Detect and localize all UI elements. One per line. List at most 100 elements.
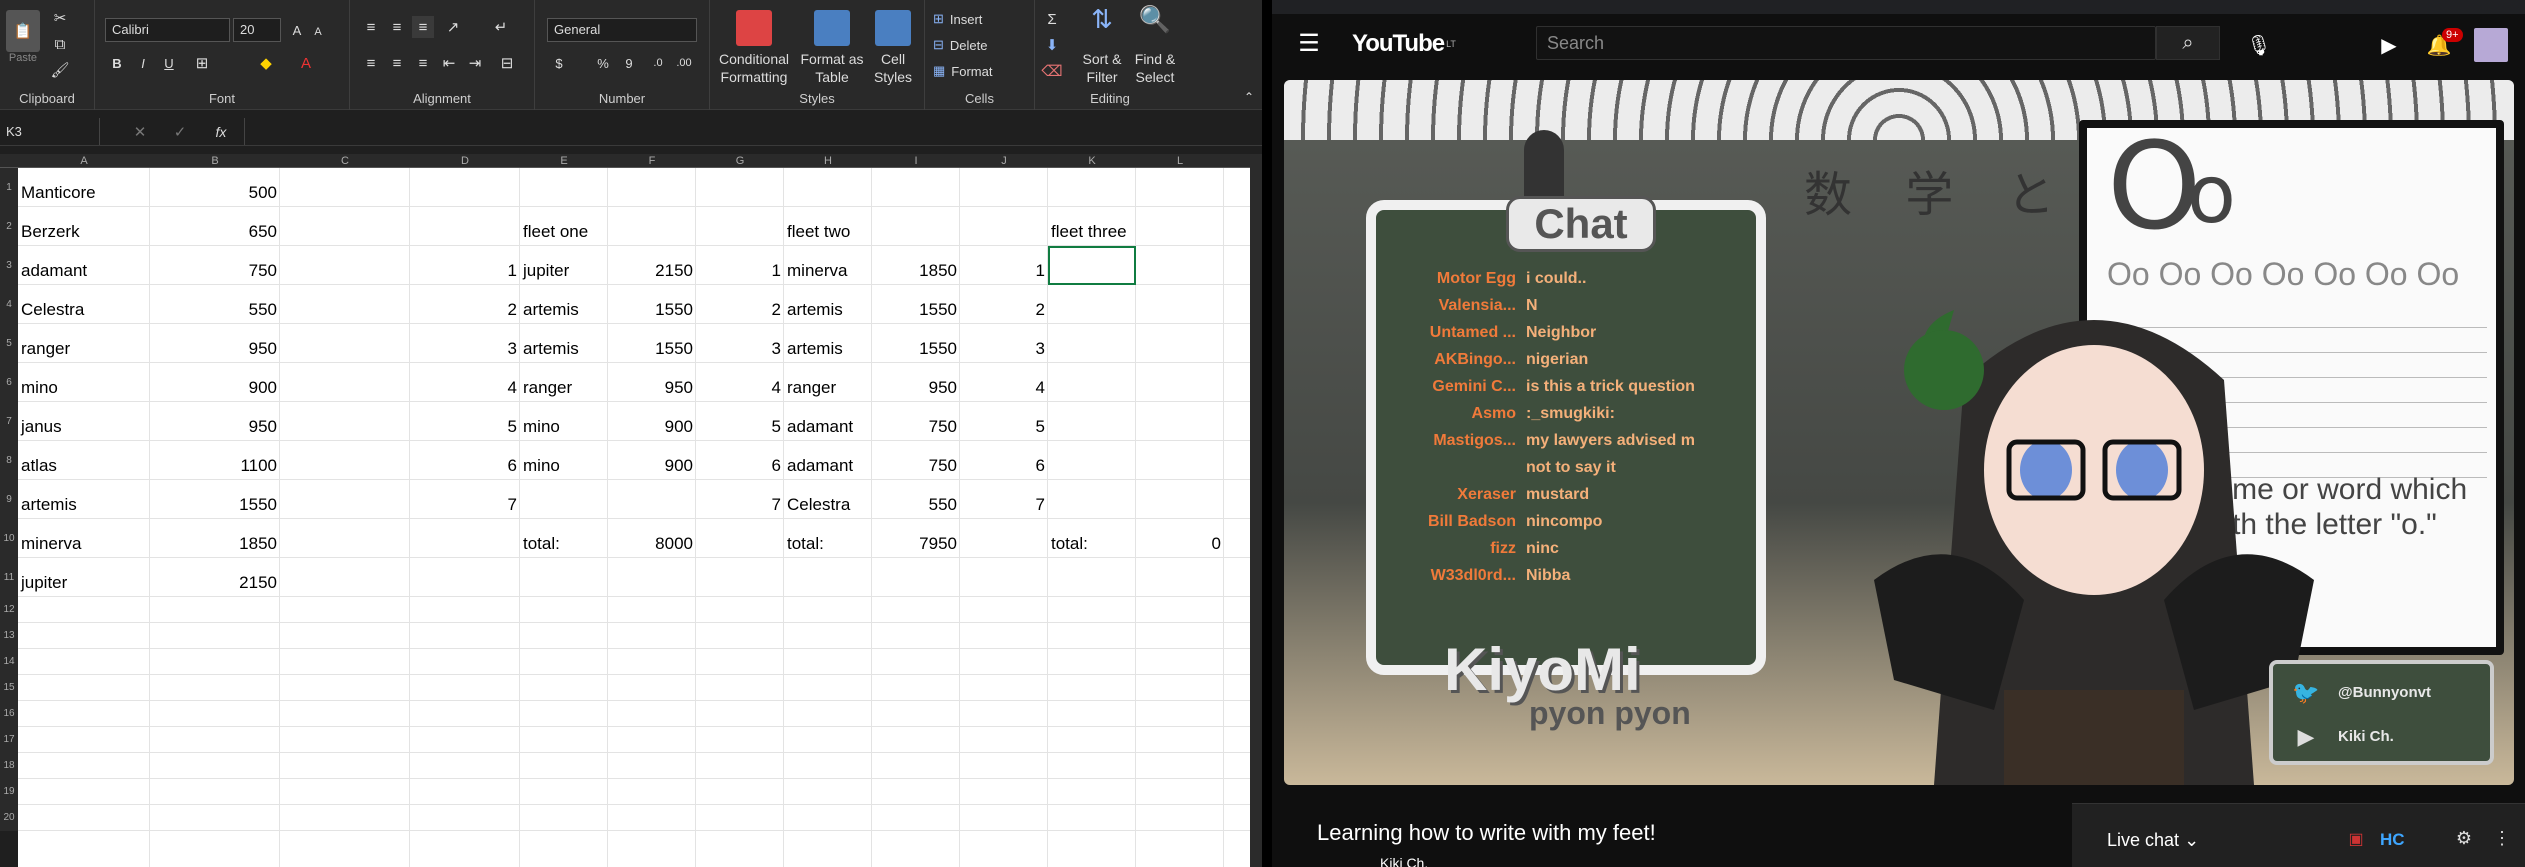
cell-f8[interactable]: 900: [608, 441, 696, 479]
font-name-select[interactable]: Calibri: [105, 18, 230, 42]
cell-e6[interactable]: ranger: [520, 363, 608, 401]
align-right-icon[interactable]: ≡: [412, 52, 434, 74]
cell-i5[interactable]: 1550: [872, 324, 960, 362]
row-header[interactable]: 12: [0, 597, 18, 623]
video-player[interactable]: 数 学 と 物 Chat Motor Egg i could.. Valensia.…: [1284, 80, 2514, 785]
row-header[interactable]: 18: [0, 753, 18, 779]
cell-i4[interactable]: 1550: [872, 285, 960, 323]
font-size-select[interactable]: 20: [233, 18, 281, 42]
row-header[interactable]: 3: [0, 246, 18, 285]
column-header-h[interactable]: H: [784, 154, 872, 168]
cell-a5[interactable]: ranger: [18, 324, 150, 362]
cell-e5[interactable]: artemis: [520, 324, 608, 362]
cell-e10[interactable]: total:: [520, 519, 608, 557]
formula-input[interactable]: [244, 118, 1262, 145]
find-select-button[interactable]: 🔍 Find & Select: [1129, 6, 1181, 86]
cell-i6[interactable]: 950: [872, 363, 960, 401]
cell-e2[interactable]: fleet one: [520, 207, 608, 245]
insert-button[interactable]: ⊞ Insert: [933, 8, 1023, 30]
cell-f3[interactable]: 2150: [608, 246, 696, 284]
row-header[interactable]: 13: [0, 623, 18, 649]
cell-g5[interactable]: 3: [696, 324, 784, 362]
row-header[interactable]: 17: [0, 727, 18, 753]
column-header-b[interactable]: B: [150, 154, 280, 168]
menu-icon[interactable]: ☰: [1294, 28, 1324, 58]
microphone-icon[interactable]: 🎙: [2242, 28, 2276, 62]
search-button[interactable]: ⌕: [2156, 26, 2220, 60]
cell-h8[interactable]: adamant: [784, 441, 872, 479]
cell-b7[interactable]: 950: [150, 402, 280, 440]
vertical-scrollbar[interactable]: [1250, 154, 1262, 867]
insert-function-button[interactable]: fx: [208, 122, 234, 142]
column-header-f[interactable]: F: [608, 154, 696, 168]
cell-b11[interactable]: 2150: [150, 558, 280, 596]
column-header-c[interactable]: C: [280, 154, 410, 168]
increase-indent-icon[interactable]: ⇥: [464, 52, 486, 74]
fill-icon[interactable]: ⬇: [1041, 34, 1063, 56]
cell-d8[interactable]: 6: [410, 441, 520, 479]
cell-j9[interactable]: 7: [960, 480, 1048, 518]
cell-d3[interactable]: 1: [410, 246, 520, 284]
cell-h5[interactable]: artemis: [784, 324, 872, 362]
cell-f6[interactable]: 950: [608, 363, 696, 401]
row-header[interactable]: 7: [0, 402, 18, 441]
cell-i10[interactable]: 7950: [872, 519, 960, 557]
cell-j4[interactable]: 2: [960, 285, 1048, 323]
column-header-i[interactable]: I: [872, 154, 960, 168]
conditional-formatting-button[interactable]: Conditional Formatting: [714, 10, 794, 86]
row-header[interactable]: 4: [0, 285, 18, 324]
cell-h3[interactable]: minerva: [784, 246, 872, 284]
cell-b6[interactable]: 900: [150, 363, 280, 401]
cell-a4[interactable]: Celestra: [18, 285, 150, 323]
cell-b1[interactable]: 500: [150, 168, 280, 206]
autosum-icon[interactable]: Σ: [1041, 8, 1063, 30]
avatar[interactable]: [2474, 28, 2508, 62]
row-header[interactable]: 11: [0, 558, 18, 597]
cell-a11[interactable]: jupiter: [18, 558, 150, 596]
cell-b5[interactable]: 950: [150, 324, 280, 362]
cell-i3[interactable]: 1850: [872, 246, 960, 284]
cell-g9[interactable]: 7: [696, 480, 784, 518]
cell-i9[interactable]: 550: [872, 480, 960, 518]
underline-button[interactable]: U: [159, 52, 179, 74]
enter-icon[interactable]: ✓: [170, 122, 190, 142]
paste-icon[interactable]: 📋: [6, 10, 40, 52]
cell-j6[interactable]: 4: [960, 363, 1048, 401]
column-header-k[interactable]: K: [1048, 154, 1136, 168]
cell-a3[interactable]: adamant: [18, 246, 150, 284]
cell-g4[interactable]: 2: [696, 285, 784, 323]
cell-i7[interactable]: 750: [872, 402, 960, 440]
cell-h6[interactable]: ranger: [784, 363, 872, 401]
cell-b2[interactable]: 650: [150, 207, 280, 245]
cell-f5[interactable]: 1550: [608, 324, 696, 362]
copy-icon[interactable]: ⧉: [50, 34, 70, 54]
cell-g3[interactable]: 1: [696, 246, 784, 284]
row-header[interactable]: 2: [0, 207, 18, 246]
cell-d6[interactable]: 4: [410, 363, 520, 401]
cell-b3[interactable]: 750: [150, 246, 280, 284]
align-middle-icon[interactable]: ≡: [386, 16, 408, 38]
cell-b4[interactable]: 550: [150, 285, 280, 323]
cell-b8[interactable]: 1100: [150, 441, 280, 479]
cell-a7[interactable]: janus: [18, 402, 150, 440]
currency-button[interactable]: $: [549, 52, 569, 74]
grow-font-button[interactable]: A: [287, 18, 307, 42]
column-header-e[interactable]: E: [520, 154, 608, 168]
cell-d7[interactable]: 5: [410, 402, 520, 440]
cell-l10[interactable]: 0: [1136, 519, 1224, 557]
search-input[interactable]: Search: [1536, 26, 2156, 60]
number-format-select[interactable]: General: [547, 18, 697, 42]
column-header-l[interactable]: L: [1136, 154, 1224, 168]
clear-icon[interactable]: ⌫: [1041, 60, 1063, 82]
row-header[interactable]: 19: [0, 779, 18, 805]
cell-a10[interactable]: minerva: [18, 519, 150, 557]
cell-g6[interactable]: 4: [696, 363, 784, 401]
paste-button[interactable]: Paste: [4, 52, 42, 64]
youtube-logo[interactable]: YouTube LT: [1352, 30, 1456, 58]
comma-button[interactable]: 9: [619, 52, 639, 74]
column-header-g[interactable]: G: [696, 154, 784, 168]
cell-a9[interactable]: artemis: [18, 480, 150, 518]
row-header[interactable]: 14: [0, 649, 18, 675]
cancel-icon[interactable]: ✕: [130, 122, 150, 142]
cell-f4[interactable]: 1550: [608, 285, 696, 323]
